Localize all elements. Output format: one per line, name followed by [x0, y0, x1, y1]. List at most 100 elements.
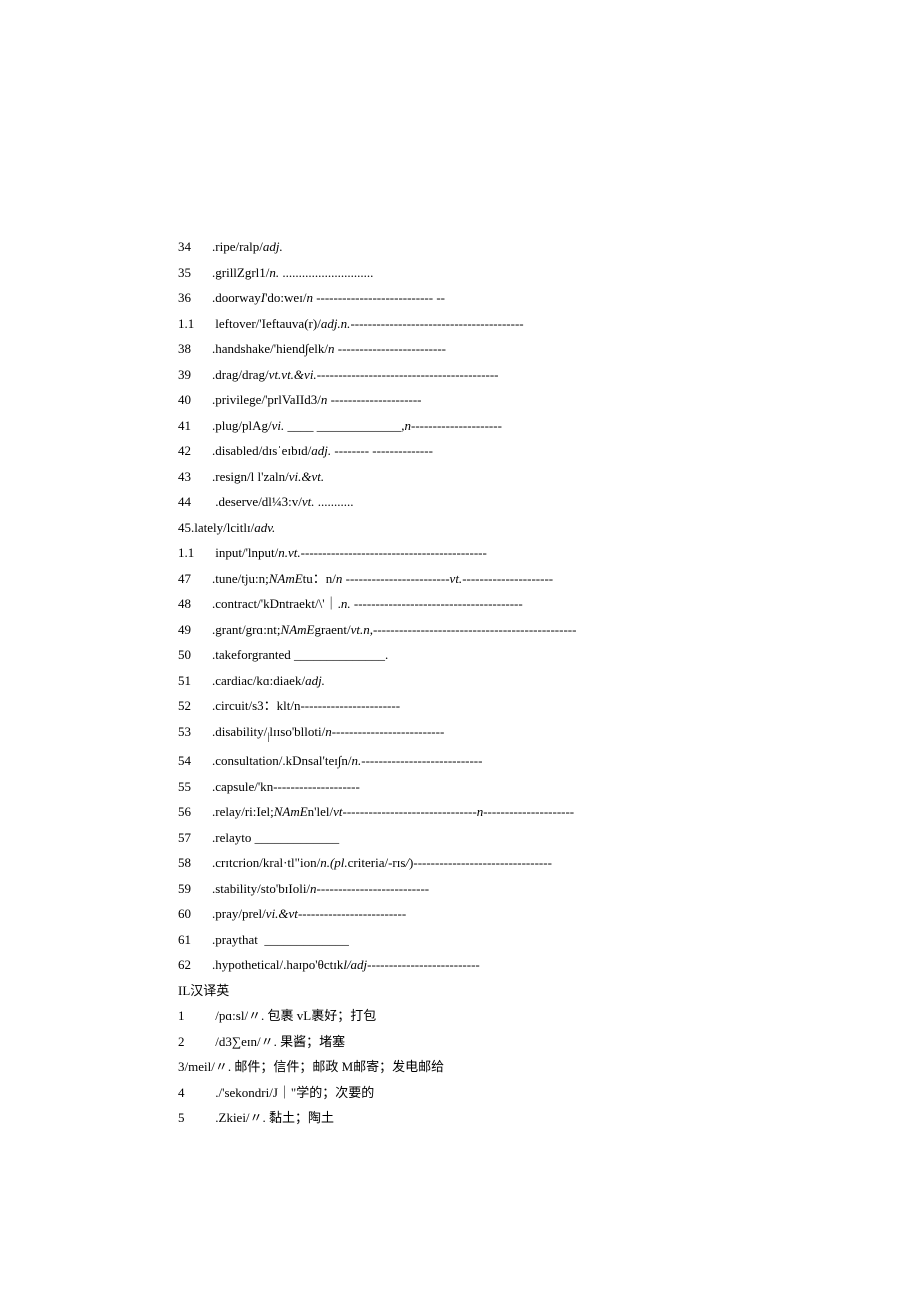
line-17: 50.takeforgranted ______________.: [178, 648, 920, 661]
line-number: 50: [178, 648, 212, 661]
line-9: 42.disabled/dɪsˈeɪbɪd/adj. -------- ----…: [178, 444, 920, 457]
line-content: .resign/l l'zaln/vi.&vt.: [212, 470, 324, 483]
line-content: .grant/grɑ:nt;NAmEgraent/vt.n,----------…: [212, 623, 576, 636]
line-19: 52.circuit/s3：klt/n---------------------…: [178, 699, 920, 712]
line-number: 36: [178, 291, 212, 304]
line-11: 44 .deserve/dl¼3:v/vt. ...........: [178, 495, 920, 508]
line-30: IL汉译英: [178, 984, 920, 997]
line-content: input/'lnput/n.vt.----------------------…: [212, 546, 487, 559]
line-number: 5: [178, 1111, 212, 1124]
line-23: 56.relay/ri:Iel;NAmEn'lel/vt------------…: [178, 805, 920, 818]
line-number: 35: [178, 266, 212, 279]
line-content: .plug/plAg/vi. ____ _____________,n-----…: [212, 419, 502, 432]
line-content: .tune/tju:n;NAmEtu：n/n -----------------…: [212, 572, 553, 585]
line-content: .relay/ri:Iel;NAmEn'lel/vt--------------…: [212, 805, 574, 818]
line-34: 4 ./'sekondri/J｜"学的；次要的: [178, 1086, 920, 1099]
line-content: .handshake/'hiend∫elk/n ----------------…: [212, 342, 446, 355]
line-content: .consultation/.kDnsal'teɪ∫n/n.----------…: [212, 754, 482, 767]
line-number: 1.1: [178, 546, 212, 559]
line-14: 47.tune/tju:n;NAmEtu：n/n ---------------…: [178, 572, 920, 585]
line-number: 40: [178, 393, 212, 406]
line-content: .privilege/'prlVaIId3/n ----------------…: [212, 393, 422, 406]
line-content: .disability/|lɪɪso'blloti/n-------------…: [212, 725, 444, 742]
line-number: 56: [178, 805, 212, 818]
line-8: 41.plug/plAg/vi. ____ _____________,n---…: [178, 419, 920, 432]
line-content: .deserve/dl¼3:v/vt. ...........: [212, 495, 354, 508]
line-2: 35.grillZgrl1/n. .......................…: [178, 266, 920, 279]
line-28: 61.praythat _____________: [178, 933, 920, 946]
line-number: 4: [178, 1086, 212, 1099]
line-content: .circuit/s3：klt/n-----------------------: [212, 699, 400, 712]
line-content: .disabled/dɪsˈeɪbɪd/adj. -------- ------…: [212, 444, 433, 457]
line-content: 45.lately/lcitlɪ/adv.: [178, 521, 275, 534]
line-16: 49.grant/grɑ:nt;NAmEgraent/vt.n,--------…: [178, 623, 920, 636]
line-content: .hypothetical/.haɪpo'θctɪkl/adj---------…: [212, 958, 480, 971]
line-number: 48: [178, 597, 212, 610]
line-22: 55.capsule/'kn--------------------: [178, 780, 920, 793]
line-content: .relayto _____________: [212, 831, 339, 844]
line-20: 53.disability/|lɪɪso'blloti/n-----------…: [178, 725, 920, 742]
line-content: .Zkiei/〃. 黏土；陶土: [212, 1111, 334, 1124]
line-content: /pɑ:sl/〃. 包裹 vL裹好；打包: [212, 1009, 376, 1022]
line-content: 3/meil/〃. 邮件；信件；邮政 M邮寄；发电邮给: [178, 1060, 444, 1073]
line-1: 34.ripe/ralp/adj.: [178, 240, 920, 253]
line-number: 53: [178, 725, 212, 738]
line-number: 59: [178, 882, 212, 895]
line-26: 59.stability/sto'bɪIoli/n---------------…: [178, 882, 920, 895]
line-number: 43: [178, 470, 212, 483]
line-5: 38.handshake/'hiend∫elk/n --------------…: [178, 342, 920, 355]
line-number: 51: [178, 674, 212, 687]
line-content: .grillZgrl1/n. .........................…: [212, 266, 373, 279]
line-6: 39.drag/drag/vt.vt.&vi.-----------------…: [178, 368, 920, 381]
line-number: 1: [178, 1009, 212, 1022]
line-number: 1.1: [178, 317, 212, 330]
line-33: 3/meil/〃. 邮件；信件；邮政 M邮寄；发电邮给: [178, 1060, 920, 1073]
line-content: IL汉译英: [178, 984, 229, 997]
line-number: 34: [178, 240, 212, 253]
line-content: .takeforgranted ______________.: [212, 648, 388, 661]
line-27: 60.pray/prel/vi.&vt---------------------…: [178, 907, 920, 920]
line-content: .crɪtcrion/kral·tl"ion/n.(pl.criteria/-r…: [212, 856, 552, 869]
line-29: 62.hypothetical/.haɪpo'θctɪkl/adj-------…: [178, 958, 920, 971]
line-content: .ripe/ralp/adj.: [212, 240, 283, 253]
line-21: 54.consultation/.kDnsal'teɪ∫n/n.--------…: [178, 754, 920, 767]
line-content: .cardiac/kɑ:diaek/adj.: [212, 674, 325, 687]
line-number: 60: [178, 907, 212, 920]
line-4: 1.1 leftover/'Ieftauva(r)/adj.n.--------…: [178, 317, 920, 330]
line-content: .pray/prel/vi.&vt-----------------------…: [212, 907, 406, 920]
line-content: ./'sekondri/J｜"学的；次要的: [212, 1086, 374, 1099]
line-32: 2 /d3∑eɪn/〃. 果酱；堵塞: [178, 1035, 920, 1048]
line-10: 43.resign/l l'zaln/vi.&vt.: [178, 470, 920, 483]
line-number: 52: [178, 699, 212, 712]
line-7: 40.privilege/'prlVaIId3/n --------------…: [178, 393, 920, 406]
line-number: 57: [178, 831, 212, 844]
line-3: 36.doorwayI'do:weɪ/n -------------------…: [178, 291, 920, 304]
line-content: /d3∑eɪn/〃. 果酱；堵塞: [212, 1035, 345, 1048]
line-31: 1 /pɑ:sl/〃. 包裹 vL裹好；打包: [178, 1009, 920, 1022]
line-content: .doorwayI'do:weɪ/n ---------------------…: [212, 291, 445, 304]
line-12: 45.lately/lcitlɪ/adv.: [178, 521, 920, 534]
line-number: 58: [178, 856, 212, 869]
document-page: 34.ripe/ralp/adj.35.grillZgrl1/n. ......…: [0, 0, 920, 1237]
line-number: 55: [178, 780, 212, 793]
line-15: 48.contract/'kDntraekt/\'｜.n. ----------…: [178, 597, 920, 610]
line-content: .capsule/'kn--------------------: [212, 780, 360, 793]
line-number: 41: [178, 419, 212, 432]
line-number: 39: [178, 368, 212, 381]
line-number: 44: [178, 495, 212, 508]
line-number: 2: [178, 1035, 212, 1048]
line-content: leftover/'Ieftauva(r)/adj.n.------------…: [212, 317, 524, 330]
line-24: 57.relayto _____________: [178, 831, 920, 844]
line-content: .praythat _____________: [212, 933, 349, 946]
line-number: 49: [178, 623, 212, 636]
line-25: 58.crɪtcrion/kral·tl"ion/n.(pl.criteria/…: [178, 856, 920, 869]
line-number: 54: [178, 754, 212, 767]
line-content: .contract/'kDntraekt/\'｜.n. ------------…: [212, 597, 523, 610]
line-number: 62: [178, 958, 212, 971]
line-number: 38: [178, 342, 212, 355]
line-18: 51.cardiac/kɑ:diaek/adj.: [178, 674, 920, 687]
line-13: 1.1 input/'lnput/n.vt.------------------…: [178, 546, 920, 559]
line-content: .stability/sto'bɪIoli/n-----------------…: [212, 882, 429, 895]
line-number: 61: [178, 933, 212, 946]
line-content: .drag/drag/vt.vt.&vi.-------------------…: [212, 368, 499, 381]
